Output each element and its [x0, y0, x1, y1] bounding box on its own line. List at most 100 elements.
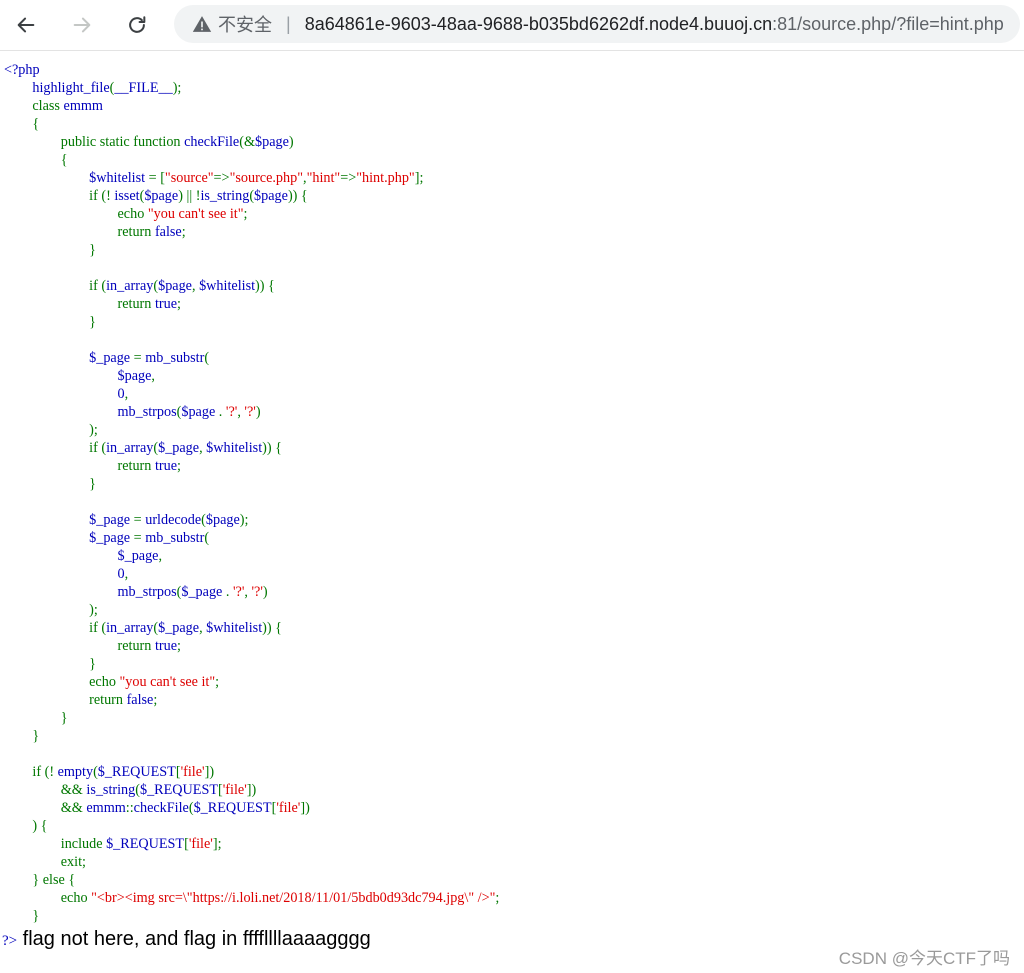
code-token: "you can't see it" — [147, 206, 244, 222]
forward-button[interactable] — [66, 9, 98, 41]
code-token: . — [225, 584, 233, 600]
code-token: ; — [177, 296, 181, 312]
url-separator: | — [286, 13, 291, 34]
code-token: )) { — [262, 440, 282, 456]
code-line: $_page, — [4, 548, 163, 564]
code-token: if (! — [4, 188, 115, 204]
code-token: ; — [177, 638, 181, 654]
code-token: } — [4, 728, 40, 744]
code-token: )) { — [287, 188, 308, 204]
code-token: = [ — [148, 170, 165, 186]
code-line: { — [4, 116, 39, 132]
code-line: $_page = mb_substr( — [4, 530, 209, 546]
code-token: empty — [57, 764, 94, 780]
code-token: return — [4, 458, 155, 474]
code-line: public static function checkFile(&$page) — [4, 134, 294, 150]
code-token: '?' — [244, 404, 256, 420]
code-token: return — [4, 638, 155, 654]
code-token: emmm — [63, 98, 103, 114]
code-token: $whitelist — [206, 440, 263, 456]
code-token: ) — [262, 584, 268, 600]
code-token: , — [124, 386, 129, 402]
code-line: ); — [4, 422, 98, 438]
code-token: } — [4, 656, 96, 672]
code-token: '?' — [225, 404, 238, 420]
code-token: 0 — [4, 386, 125, 402]
code-token: = — [133, 530, 146, 546]
code-token: && — [4, 782, 87, 798]
code-line: $_page = mb_substr( — [4, 350, 209, 366]
code-line: mb_strpos($page . '?', '?') — [4, 404, 261, 420]
code-token: 'file' — [276, 800, 301, 816]
code-token: ); — [4, 602, 98, 618]
code-token: } — [4, 476, 96, 492]
code-token: mb_strpos — [4, 404, 177, 420]
code-token: 0 — [4, 566, 125, 582]
code-line: if (! isset($page) || !is_string($page))… — [4, 188, 308, 204]
code-line: if (in_array($_page, $whitelist)) { — [4, 440, 282, 456]
code-token: $_REQUEST — [139, 782, 219, 798]
code-line: $page, — [4, 368, 155, 384]
back-button[interactable] — [10, 9, 42, 41]
code-token: emmm — [86, 800, 126, 816]
code-token: exit; — [4, 854, 86, 870]
forward-arrow-icon — [73, 17, 91, 33]
code-line: return true; — [4, 638, 181, 654]
code-token: if ( — [4, 278, 107, 294]
code-token: "<br><img src=\"https://i.loli.net/2018/… — [91, 890, 496, 906]
code-token: = — [133, 350, 146, 366]
code-token: false — [126, 692, 154, 708]
code-token: $_page — [4, 512, 134, 528]
code-token: if (! — [4, 764, 58, 780]
address-bar[interactable]: 不安全 | 8a64861e-9603-48aa-9688-b035bd6262… — [174, 5, 1020, 43]
code-token: 'file' — [222, 782, 247, 798]
code-token: } — [4, 710, 68, 726]
code-line: } else { — [4, 872, 75, 888]
code-line: && is_string($_REQUEST['file']) — [4, 782, 256, 798]
code-token: return — [4, 692, 127, 708]
security-status[interactable]: 不安全 — [218, 11, 272, 37]
code-token: echo — [4, 890, 92, 906]
code-token: , — [244, 584, 252, 600]
code-token: $_REQUEST — [97, 764, 176, 780]
code-token: (& — [239, 134, 255, 150]
code-token: $page — [254, 188, 288, 204]
code-token: , — [151, 368, 155, 384]
code-token: ) || ! — [178, 188, 201, 204]
url-path[interactable]: :81/source.php/?file=hint.php — [772, 14, 1004, 35]
flag-hint-text: flag not here, and flag in ffffllllaaaag… — [17, 928, 371, 950]
code-line: return true; — [4, 296, 181, 312]
code-line: echo "you can't see it"; — [4, 206, 248, 222]
code-token: highlight_file — [4, 80, 110, 96]
code-token: ) — [288, 134, 294, 150]
code-token: ]) — [246, 782, 257, 798]
browser-toolbar: 不安全 | 8a64861e-9603-48aa-9688-b035bd6262… — [0, 0, 1024, 51]
code-token: ; — [181, 224, 186, 240]
back-arrow-icon — [17, 17, 35, 33]
code-token: is_string — [200, 188, 250, 204]
code-token: => — [213, 170, 230, 186]
code-token: ( — [204, 350, 210, 366]
code-token: ); — [172, 80, 182, 96]
code-token: "source" — [164, 170, 214, 186]
code-token: } — [4, 314, 96, 330]
code-token: $page — [205, 512, 240, 528]
reload-button[interactable] — [121, 9, 153, 41]
code-line: } — [4, 656, 96, 672]
code-token: ) { — [4, 818, 48, 834]
code-line: exit; — [4, 854, 86, 870]
code-line: } — [4, 476, 96, 492]
code-token: "you can't see it" — [119, 674, 216, 690]
code-token: $page — [255, 134, 289, 150]
code-token: true — [154, 638, 177, 654]
url-host[interactable]: 8a64861e-9603-48aa-9688-b035bd6262df.nod… — [305, 14, 772, 35]
code-token: true — [154, 458, 177, 474]
code-line: include $_REQUEST['file']; — [4, 836, 222, 852]
code-token: $_page — [158, 440, 200, 456]
code-token: $whitelist — [206, 620, 263, 636]
code-token: mb_substr — [145, 350, 205, 366]
csdn-watermark: CSDN @今天CTF了吗 — [838, 949, 1010, 968]
code-token: , — [124, 566, 129, 582]
code-line: echo "you can't see it"; — [4, 674, 219, 690]
code-token: )) { — [255, 278, 275, 294]
